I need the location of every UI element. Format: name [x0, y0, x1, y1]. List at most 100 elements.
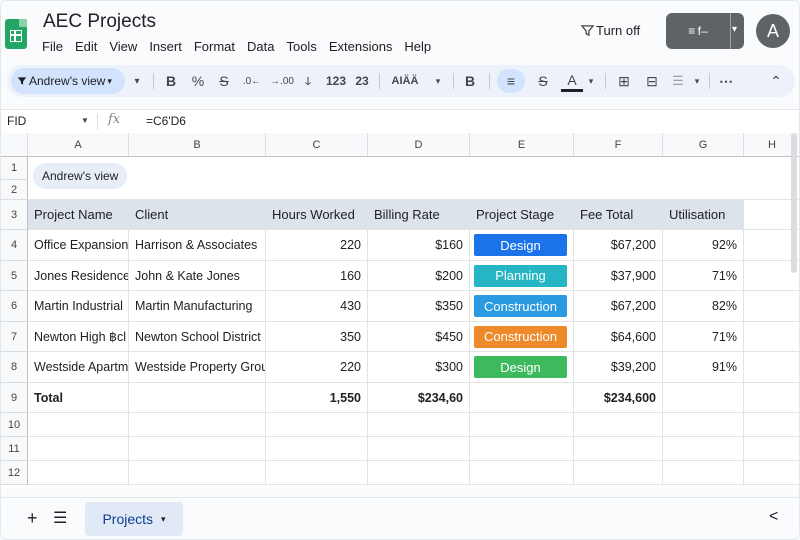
row-header-8[interactable]: 8	[1, 352, 28, 383]
column-header-b[interactable]: B	[129, 133, 266, 157]
project-stage-cell[interactable]: Construction	[470, 322, 574, 352]
strikethrough-icon[interactable]: S	[213, 65, 235, 97]
text-color-icon[interactable]: A	[561, 70, 583, 92]
formula-input[interactable]: =C6'D6	[146, 114, 186, 128]
sheet-tab-dropdown-icon[interactable]: ▾	[161, 514, 166, 525]
document-title[interactable]: AEC Projects	[43, 11, 156, 33]
header-hours-worked[interactable]: Hours Worked	[266, 200, 368, 230]
table-cell-client[interactable]: John & Kate Jones	[129, 261, 266, 291]
menu-tools[interactable]: Tools	[286, 39, 322, 54]
table-cell-rate[interactable]: $300	[368, 352, 470, 383]
table-cell-hours[interactable]: 350	[266, 322, 368, 352]
row-header-7[interactable]: 7	[1, 322, 28, 352]
table-cell-client[interactable]: Westside Property Group	[129, 352, 266, 383]
row-header-9[interactable]: 9	[1, 383, 28, 413]
table-cell-empty[interactable]	[368, 437, 470, 461]
header-utilisation[interactable]: Utilisation	[663, 200, 744, 230]
project-stage-chip[interactable]: Design	[474, 356, 567, 378]
align-icon[interactable]: ≡	[497, 69, 525, 93]
cell-h9[interactable]	[744, 383, 799, 413]
project-stage-chip[interactable]: Design	[474, 234, 567, 256]
table-cell-fee[interactable]: $37,900	[574, 261, 663, 291]
name-box-dropdown-icon[interactable]: ▼	[81, 116, 89, 125]
table-cell-name[interactable]: Office Expansion	[28, 230, 129, 261]
row-header-2[interactable]: 2	[1, 180, 28, 200]
table-cell-util[interactable]: 71%	[663, 322, 744, 352]
table-cell-fee[interactable]: $67,200	[574, 230, 663, 261]
table-cell-rate[interactable]: $160	[368, 230, 470, 261]
view-selector[interactable]: Andrew's view ▾	[11, 68, 125, 94]
percent-format-button[interactable]: %	[187, 65, 209, 97]
table-cell-client[interactable]: Martin Manufacturing	[129, 291, 266, 322]
project-stage-chip[interactable]: Construction	[474, 295, 567, 317]
table-cell-hours[interactable]: 430	[266, 291, 368, 322]
bold-icon[interactable]: B	[459, 65, 481, 97]
column-header-e[interactable]: E	[470, 133, 574, 157]
row-header-12[interactable]: 12	[1, 461, 28, 485]
table-cell-empty[interactable]	[470, 461, 574, 485]
table-cell-empty[interactable]	[744, 322, 799, 352]
table-cell-hours[interactable]: 220	[266, 230, 368, 261]
table-cell-empty[interactable]	[470, 413, 574, 437]
row-header-6[interactable]: 6	[1, 291, 28, 322]
menu-data[interactable]: Data	[247, 39, 280, 54]
bold-icon[interactable]: B	[160, 65, 182, 97]
table-cell-empty[interactable]	[663, 437, 744, 461]
table-cell-empty[interactable]	[744, 461, 799, 485]
vertical-scrollbar[interactable]	[789, 133, 799, 283]
column-header-g[interactable]: G	[663, 133, 744, 157]
table-cell-empty[interactable]	[28, 413, 129, 437]
table-cell-hours[interactable]: 220	[266, 352, 368, 383]
table-cell-rate[interactable]: $200	[368, 261, 470, 291]
table-cell-empty[interactable]	[28, 461, 129, 485]
table-cell-empty[interactable]	[744, 291, 799, 322]
table-cell-empty[interactable]	[663, 461, 744, 485]
total-fee[interactable]: $234,600	[574, 383, 663, 413]
decrease-decimal-button[interactable]: .0←	[239, 65, 265, 97]
number-format-button[interactable]: 123	[323, 65, 349, 97]
table-cell-client[interactable]: Newton School District	[129, 322, 266, 352]
name-box[interactable]: FID	[7, 114, 26, 128]
share-dropdown-icon[interactable]: ▾	[732, 24, 737, 35]
font-size-field[interactable]: 23	[351, 65, 373, 97]
total-util-cell[interactable]	[663, 383, 744, 413]
table-cell-util[interactable]: 71%	[663, 261, 744, 291]
avatar[interactable]: A	[756, 14, 790, 48]
view-options-dropdown-icon[interactable]: ▾	[129, 65, 145, 97]
table-cell-empty[interactable]	[574, 461, 663, 485]
menu-file[interactable]: File	[42, 39, 69, 54]
project-stage-chip[interactable]: Planning	[474, 264, 567, 287]
project-stage-cell[interactable]: Design	[470, 352, 574, 383]
table-cell-empty[interactable]	[744, 352, 799, 383]
collapse-side-panel-icon[interactable]: <	[769, 508, 778, 526]
table-cell-name[interactable]: Newton High ฿cl	[28, 322, 129, 352]
menu-extensions[interactable]: Extensions	[329, 39, 399, 54]
font-family-dropdown-icon[interactable]: ▾	[431, 65, 445, 97]
all-sheets-menu-icon[interactable]: ☰	[53, 508, 67, 528]
add-sheet-button[interactable]: +	[27, 508, 38, 529]
total-client-cell[interactable]	[129, 383, 266, 413]
turn-off-filter-button[interactable]: Turn off	[581, 23, 640, 38]
table-cell-empty[interactable]	[28, 437, 129, 461]
table-cell-rate[interactable]: $450	[368, 322, 470, 352]
column-header-d[interactable]: D	[368, 133, 470, 157]
strikethrough-icon[interactable]: S	[531, 65, 555, 97]
font-family-select[interactable]: AIÄÄ	[385, 65, 425, 97]
header-billing-rate[interactable]: Billing Rate	[368, 200, 470, 230]
vertical-scroll-thumb[interactable]	[791, 133, 797, 273]
table-cell-client[interactable]: Harrison & Associates	[129, 230, 266, 261]
header-project-stage[interactable]: Project Stage	[470, 200, 574, 230]
row-header-4[interactable]: 4	[1, 230, 28, 261]
menu-format[interactable]: Format	[194, 39, 241, 54]
text-color-dropdown-icon[interactable]: ▾	[585, 65, 597, 97]
header-client[interactable]: Client	[129, 200, 266, 230]
table-cell-util[interactable]: 82%	[663, 291, 744, 322]
table-cell-empty[interactable]	[266, 437, 368, 461]
share-button[interactable]: ≡ f– ▾	[666, 13, 744, 49]
table-cell-fee[interactable]: $64,600	[574, 322, 663, 352]
project-stage-cell[interactable]: Construction	[470, 291, 574, 322]
header-project-name[interactable]: Project Name	[28, 200, 129, 230]
table-cell-empty[interactable]	[744, 437, 799, 461]
table-cell-empty[interactable]	[266, 413, 368, 437]
table-cell-empty[interactable]	[266, 461, 368, 485]
